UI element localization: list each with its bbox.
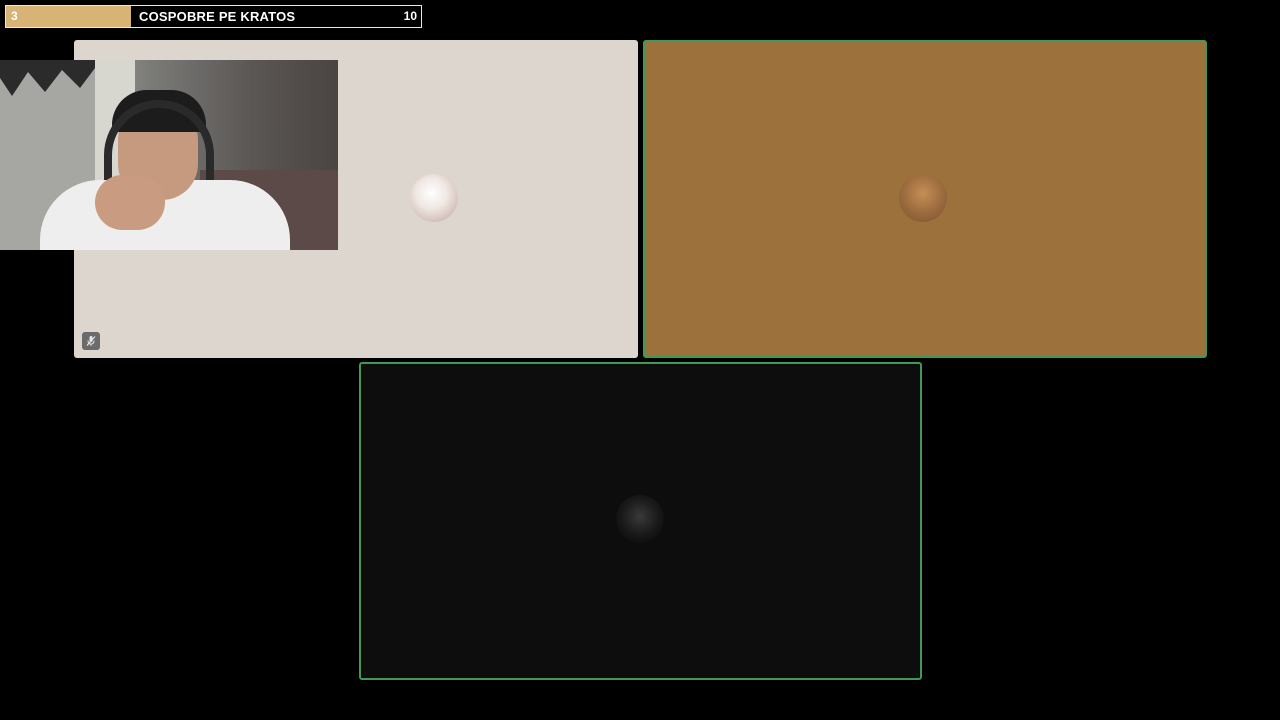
muted-microphone-icon xyxy=(82,332,100,350)
participant-avatar xyxy=(899,174,947,222)
goal-target-count: 10 xyxy=(403,9,417,23)
goal-current-count: 3 xyxy=(11,9,18,23)
participant-avatar xyxy=(616,495,664,543)
streamer-webcam-overlay xyxy=(0,60,338,250)
goal-progress-fill xyxy=(6,6,131,27)
participant-tile-3[interactable] xyxy=(359,362,922,680)
goal-title: COSPOBRE PE KRATOS xyxy=(139,9,296,24)
participant-tile-2[interactable] xyxy=(643,40,1207,358)
call-stage: 3 COSPOBRE PE KRATOS 10 xyxy=(0,0,1280,720)
goal-progress-bar: 3 COSPOBRE PE KRATOS 10 xyxy=(5,5,422,28)
participant-avatar xyxy=(410,174,458,222)
